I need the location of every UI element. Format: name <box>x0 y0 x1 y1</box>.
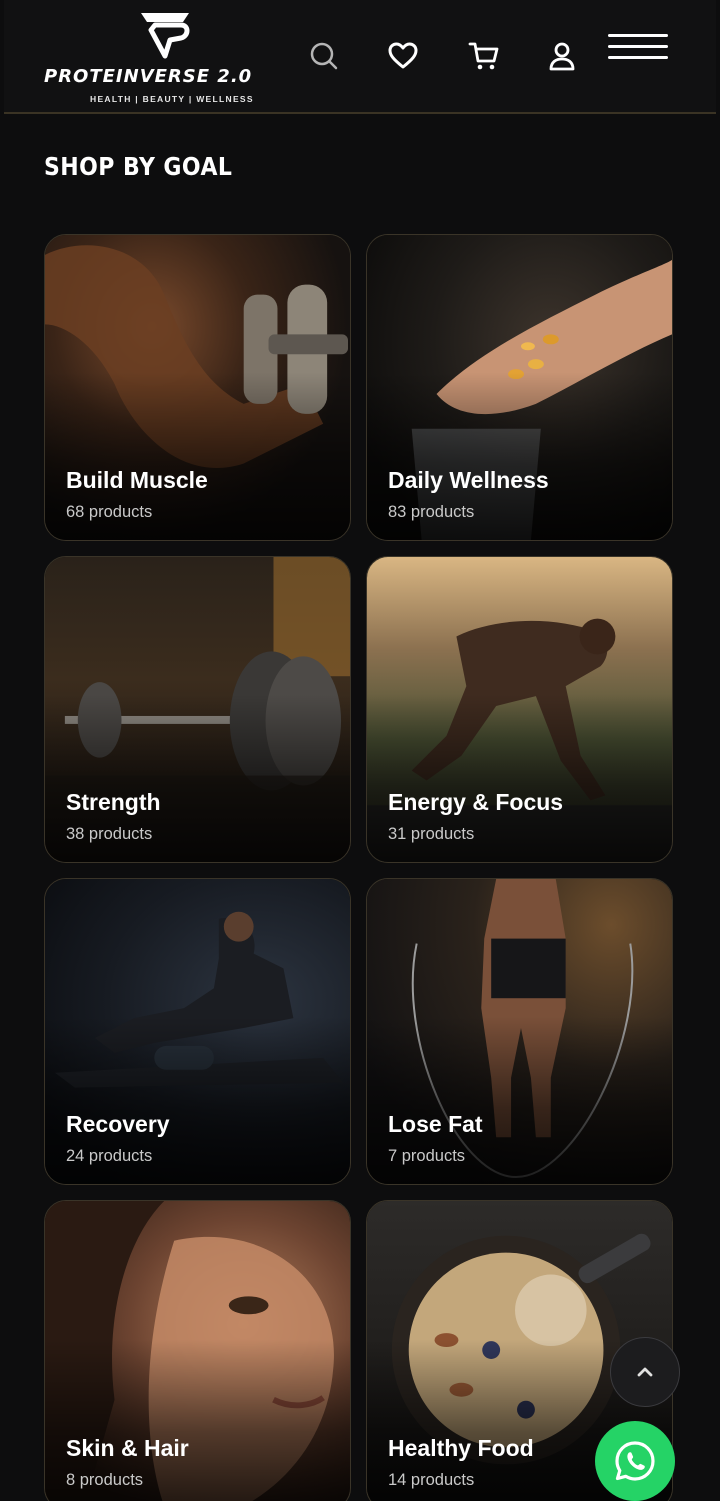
goal-card-build-muscle[interactable]: Build Muscle 68 products <box>44 234 351 541</box>
search-icon <box>310 42 338 70</box>
goal-card-lose-fat[interactable]: Lose Fat 7 products <box>366 878 673 1185</box>
heart-icon <box>388 42 418 69</box>
goal-card-title: Energy & Focus <box>388 789 564 815</box>
brand-logo[interactable]: PROTEINVERSE 2.0 HEALTH | BEAUTY | WELLN… <box>44 8 294 108</box>
wishlist-button[interactable] <box>383 36 423 76</box>
goal-card-count: 14 products <box>388 1471 475 1489</box>
brand-name: PROTEINVERSE 2.0 <box>44 66 253 87</box>
card-shade <box>367 557 672 862</box>
cart-button[interactable] <box>464 36 504 76</box>
menu-icon <box>608 34 668 37</box>
chevron-up-icon <box>637 1367 653 1377</box>
scroll-to-top-button[interactable] <box>610 1337 680 1407</box>
account-button[interactable] <box>542 36 582 76</box>
menu-icon-bar <box>608 56 668 59</box>
goal-card-count: 8 products <box>66 1471 144 1489</box>
goal-card-energy-focus[interactable]: Energy & Focus 31 products <box>366 556 673 863</box>
goal-card-title: Lose Fat <box>388 1111 483 1137</box>
goal-card-title: Skin & Hair <box>66 1435 189 1461</box>
card-shade <box>45 235 350 540</box>
goal-card-count: 83 products <box>388 503 475 521</box>
goal-card-title: Strength <box>66 789 161 815</box>
card-shade <box>45 879 350 1184</box>
goal-card-count: 38 products <box>66 825 153 843</box>
goal-card-title: Build Muscle <box>66 467 208 493</box>
goal-card-count: 24 products <box>66 1147 153 1165</box>
cart-icon <box>468 42 499 70</box>
goal-card-skin-hair[interactable]: Skin & Hair 8 products <box>44 1200 351 1501</box>
goal-card-daily-wellness[interactable]: Daily Wellness 83 products <box>366 234 673 541</box>
goal-card-title: Healthy Food <box>388 1435 534 1461</box>
goal-card-count: 31 products <box>388 825 475 843</box>
user-icon <box>549 42 575 71</box>
card-shade <box>367 235 672 540</box>
goal-card-title: Recovery <box>66 1111 170 1137</box>
card-shade <box>45 557 350 862</box>
goal-card-title: Daily Wellness <box>388 467 549 493</box>
search-button[interactable] <box>304 36 344 76</box>
card-shade <box>367 879 672 1184</box>
goal-card-strength[interactable]: Strength 38 products <box>44 556 351 863</box>
brand-tagline: HEALTH | BEAUTY | WELLNESS <box>90 94 254 104</box>
section-title: SHOP BY GOAL <box>44 152 233 181</box>
menu-button[interactable] <box>608 28 670 68</box>
logo-mark-icon <box>141 13 190 59</box>
goal-card-count: 7 products <box>388 1147 466 1165</box>
site-header: PROTEINVERSE 2.0 HEALTH | BEAUTY | WELLN… <box>4 0 716 114</box>
menu-icon-bar <box>608 45 668 48</box>
goal-card-recovery[interactable]: Recovery 24 products <box>44 878 351 1185</box>
goal-card-count: 68 products <box>66 503 153 521</box>
whatsapp-icon <box>615 1441 655 1481</box>
whatsapp-chat-button[interactable] <box>595 1421 675 1501</box>
